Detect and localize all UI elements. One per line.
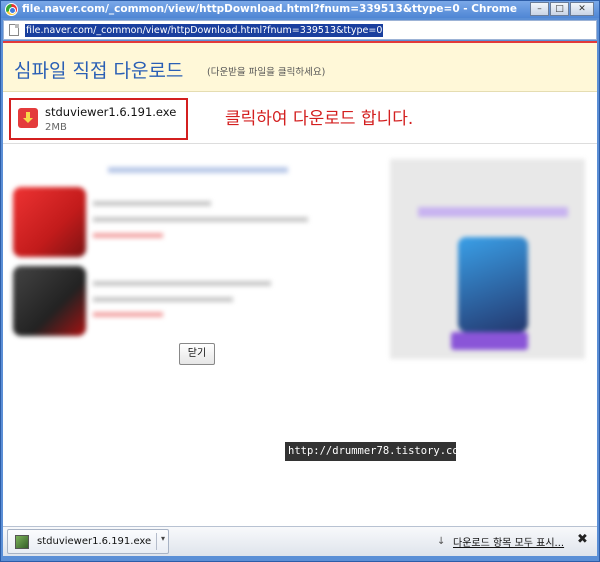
ad-banner-button <box>451 332 528 350</box>
ad-text-line <box>93 312 163 317</box>
ad-text-line <box>93 201 211 206</box>
ad-text-line <box>93 281 271 286</box>
chevron-down-icon[interactable]: ▾ <box>161 534 165 543</box>
instruction-text: 클릭하여 다운로드 합니다. <box>225 109 414 129</box>
divider <box>3 143 597 144</box>
url-text[interactable]: file.naver.com/_common/view/httpDownload… <box>25 24 384 37</box>
download-item-separator <box>156 533 157 550</box>
download-item[interactable]: stduviewer1.6.191.exe ▾ <box>7 529 169 554</box>
download-arrow-icon: ↓ <box>437 536 446 547</box>
ad-thumbnail-1 <box>13 187 86 257</box>
exe-file-icon <box>15 535 29 549</box>
page-icon <box>9 24 19 36</box>
close-button[interactable]: 닫기 <box>179 343 215 365</box>
ad-text-line <box>93 297 233 302</box>
minimize-button[interactable]: – <box>530 2 549 16</box>
ad-banner-headline <box>418 207 568 217</box>
ad-thumbnail-2 <box>13 266 86 336</box>
download-item-name: stduviewer1.6.191.exe <box>37 536 152 547</box>
download-header: 심파일 직접 다운로드 (다운받을 파일을 클릭하세요) <box>3 43 597 92</box>
ad-phone-image <box>458 237 528 332</box>
page-subtitle: (다운받을 파일을 클릭하세요) <box>207 67 326 78</box>
ad-heading-bar <box>108 167 288 173</box>
close-shelf-icon[interactable]: ✖ <box>577 532 588 547</box>
file-name[interactable]: stduviewer1.6.191.exe <box>45 105 176 119</box>
download-shelf: stduviewer1.6.191.exe ▾ ↓ 다운로드 항목 모두 표시.… <box>3 526 597 556</box>
maximize-button[interactable]: □ <box>550 2 569 16</box>
close-window-button[interactable]: ✕ <box>570 2 594 16</box>
window-controls: – □ ✕ <box>530 2 594 16</box>
ad-text-line <box>93 233 163 238</box>
file-download-link[interactable]: stduviewer1.6.191.exe 2MB <box>9 98 188 140</box>
page-title: 심파일 직접 다운로드 <box>14 60 184 82</box>
address-bar[interactable]: file.naver.com/_common/view/httpDownload… <box>3 20 597 40</box>
file-size: 2MB <box>45 122 67 133</box>
download-icon <box>18 108 38 128</box>
chrome-icon <box>5 3 18 16</box>
show-all-downloads-link[interactable]: 다운로드 항목 모두 표시... <box>453 534 564 549</box>
window-title: file.naver.com/_common/view/httpDownload… <box>22 3 517 15</box>
ad-text-line <box>93 217 308 222</box>
title-bar[interactable]: file.naver.com/_common/view/httpDownload… <box>1 1 599 18</box>
browser-window: file.naver.com/_common/view/httpDownload… <box>0 0 600 562</box>
watermark: http://drummer78.tistory.com <box>285 442 465 461</box>
